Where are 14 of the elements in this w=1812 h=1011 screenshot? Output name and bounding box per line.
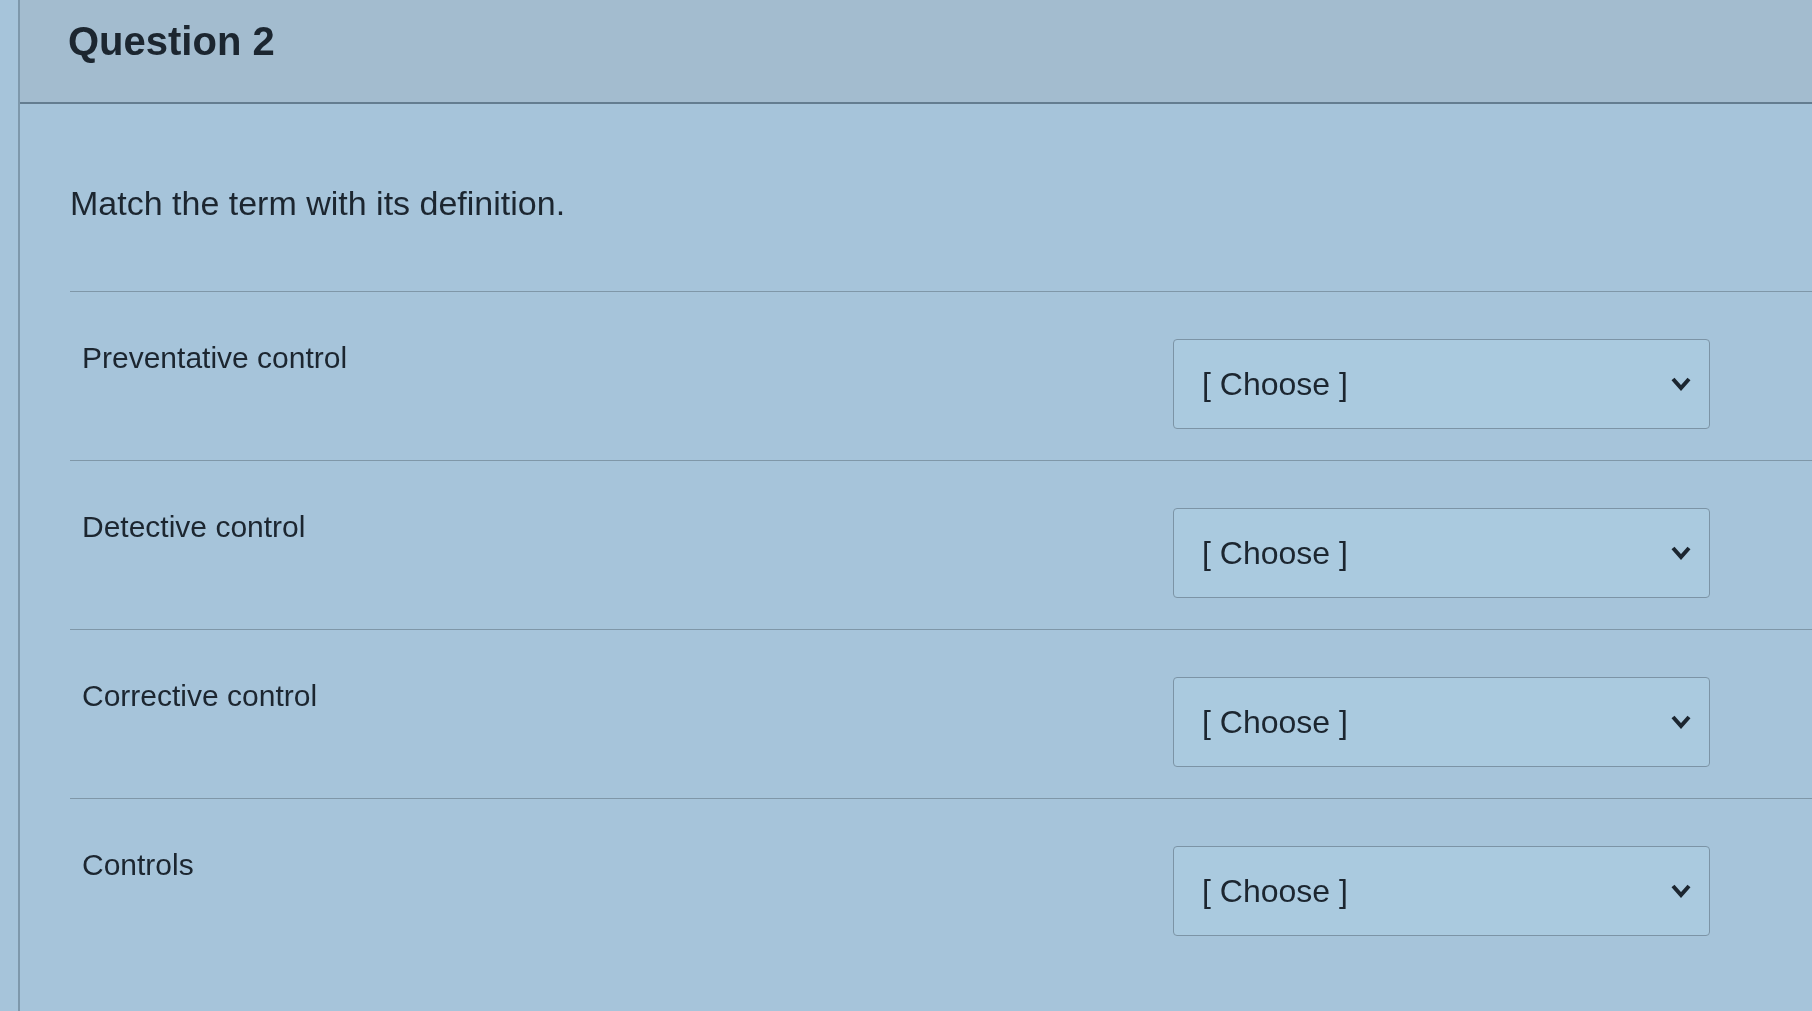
answer-dropdown[interactable]: [ Choose ] <box>1173 677 1710 767</box>
chevron-down-icon <box>1671 546 1691 560</box>
term-label: Preventative control <box>82 341 348 375</box>
term-label: Controls <box>82 848 194 882</box>
chevron-down-icon <box>1671 884 1691 898</box>
question-title: Question 2 <box>68 18 275 64</box>
answer-dropdown[interactable]: [ Choose ] <box>1173 508 1710 598</box>
answer-dropdown[interactable]: [ Choose ] <box>1173 846 1710 936</box>
chevron-down-icon <box>1671 715 1691 729</box>
answer-dropdown[interactable]: [ Choose ] <box>1173 339 1710 429</box>
term-label: Corrective control <box>82 679 318 713</box>
question-prompt: Match the term with its definition. <box>70 184 566 223</box>
term-label: Detective control <box>82 510 306 544</box>
chevron-down-icon <box>1671 377 1691 391</box>
